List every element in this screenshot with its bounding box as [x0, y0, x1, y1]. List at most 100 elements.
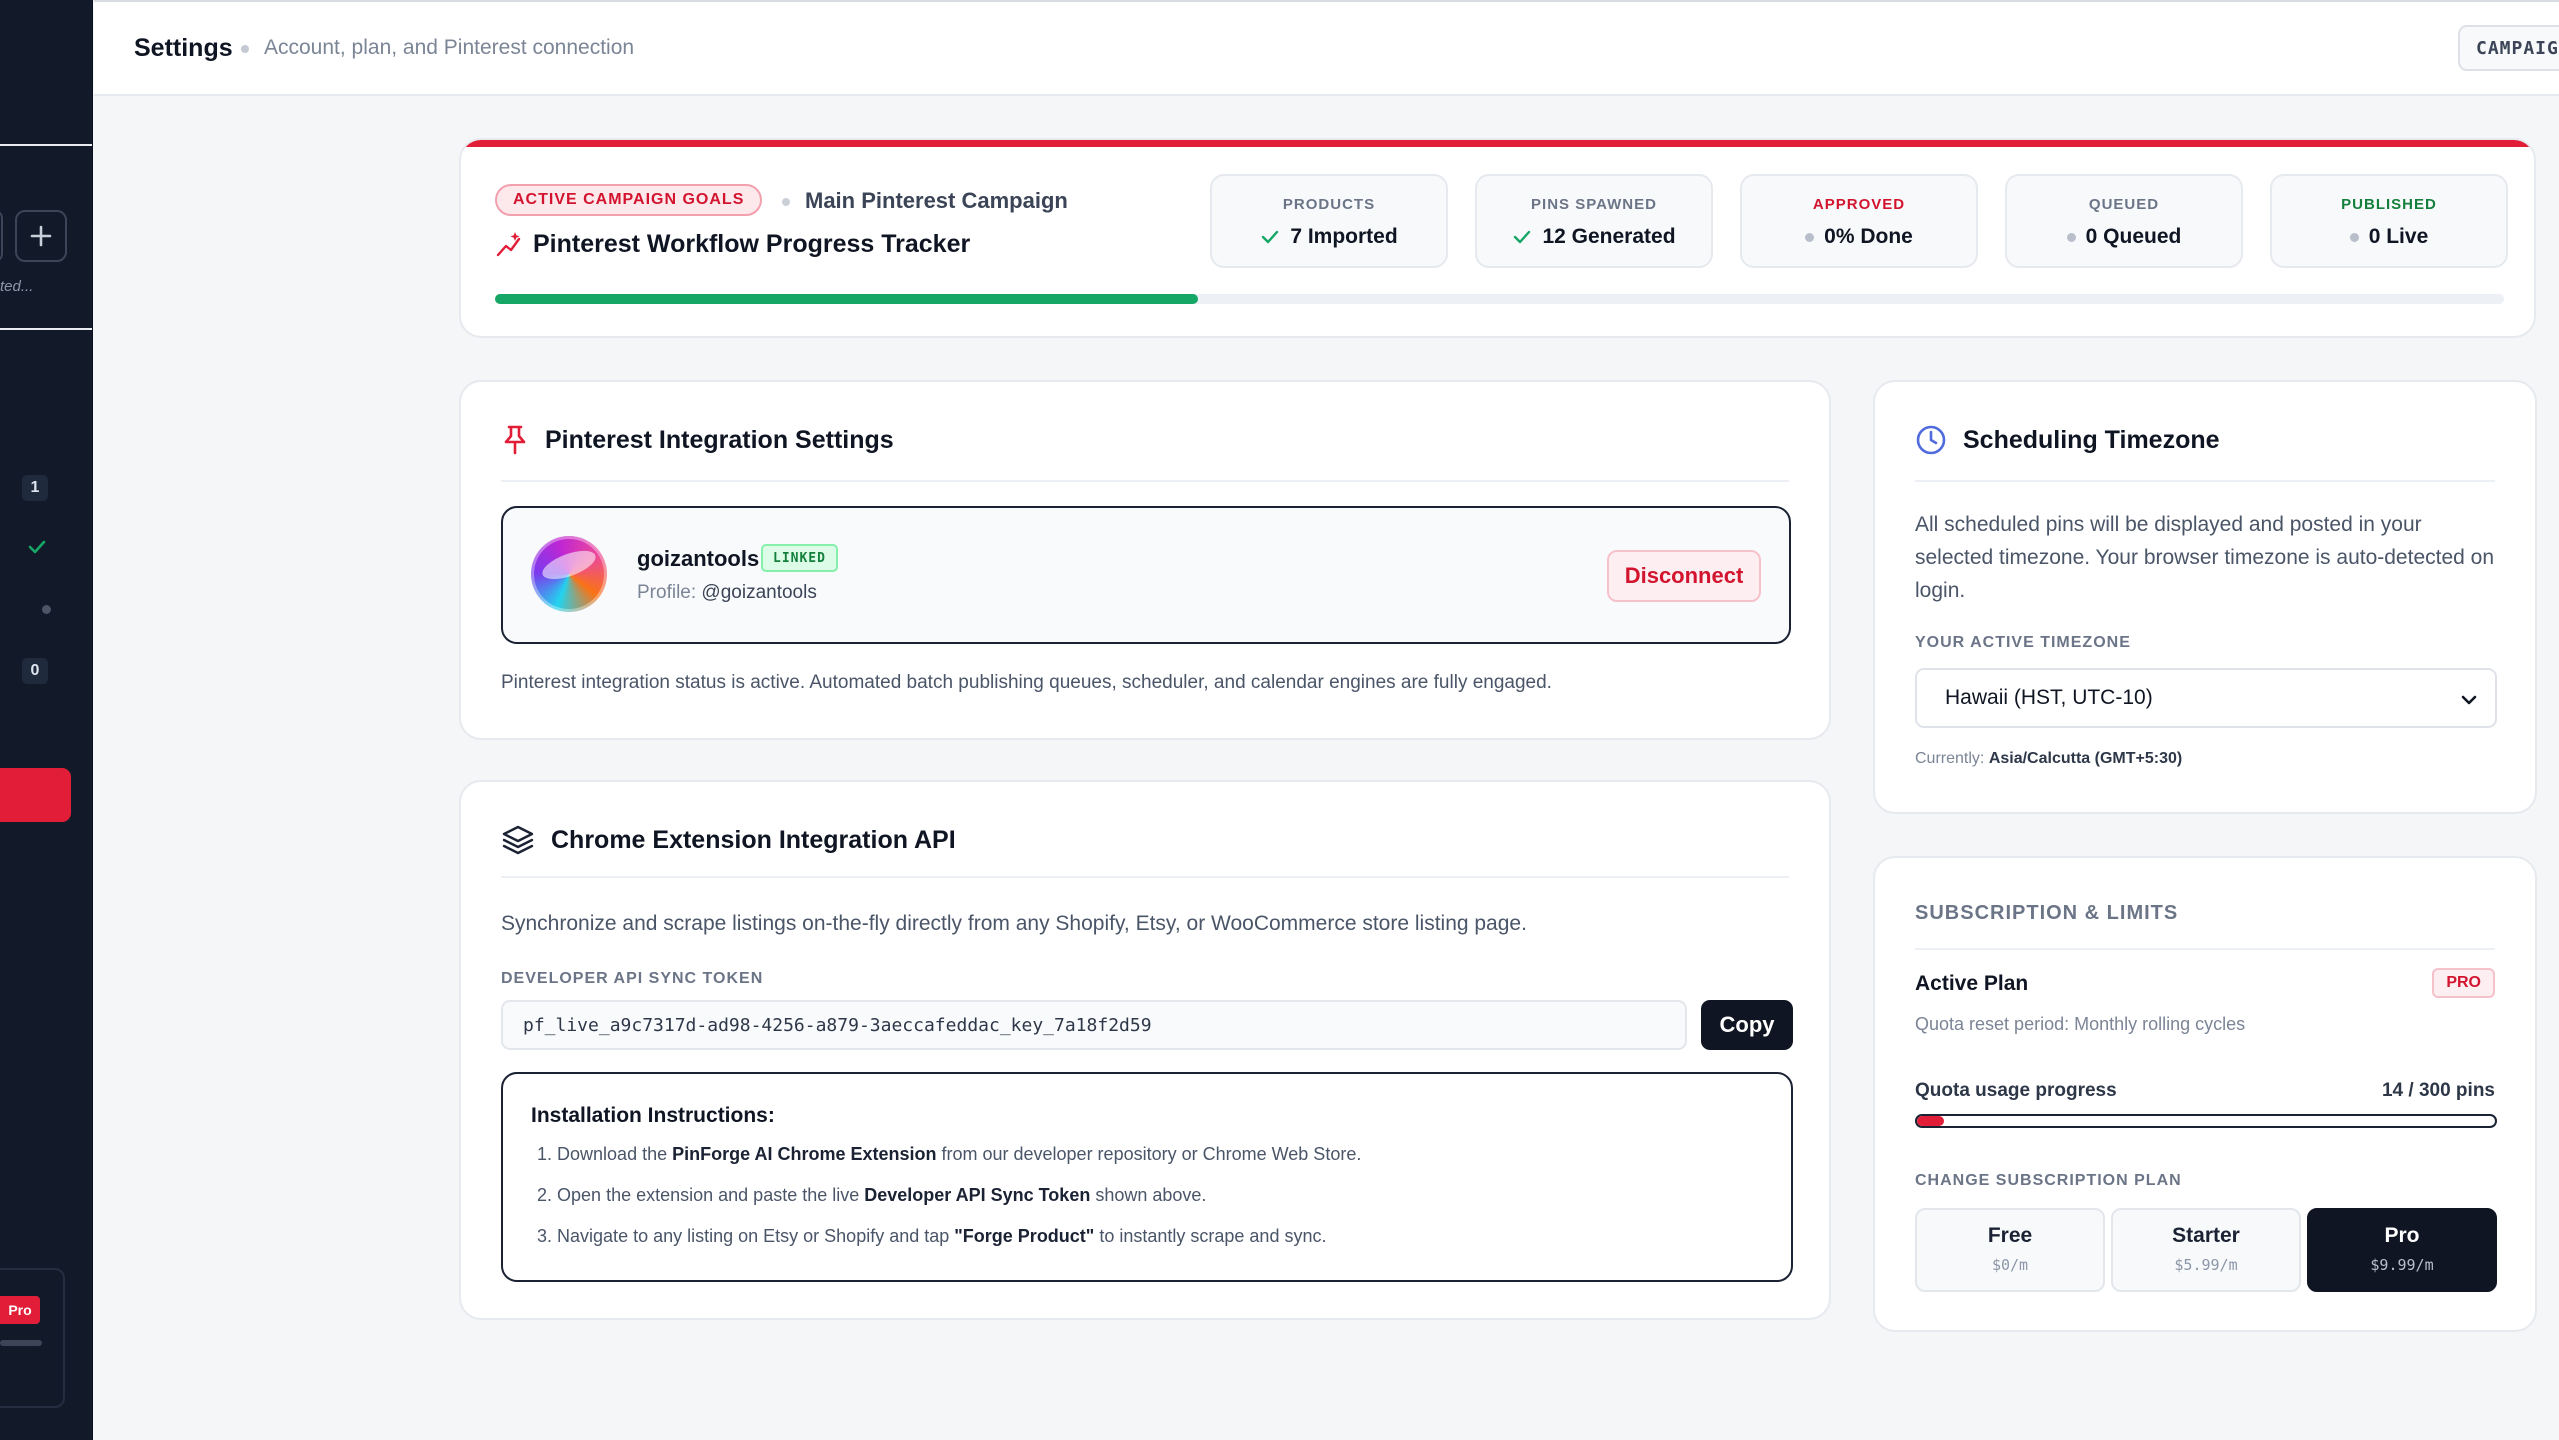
pin-icon: [504, 425, 526, 455]
sidebar-count-badge: 1: [22, 475, 48, 501]
integration-status-text: Pinterest integration status is active. …: [501, 672, 1552, 693]
stat-label: PRODUCTS: [1282, 196, 1376, 213]
card-title: Pinterest Integration Settings: [545, 425, 894, 454]
stat-value: 0% Done: [1824, 225, 1913, 248]
plan-badge: PRO: [2432, 968, 2495, 998]
sidebar-count-badge: 0: [22, 658, 48, 684]
instruction-step: 3. Navigate to any listing on Etsy or Sh…: [537, 1226, 1326, 1247]
stat-value-row: 0 Queued: [2007, 225, 2241, 249]
check-icon: [1262, 230, 1279, 244]
sidebar-active-item[interactable]: [0, 768, 71, 822]
card-header: Chrome Extension Integration API: [501, 824, 956, 856]
check-icon: [1514, 230, 1531, 244]
stat-label: QUEUED: [2088, 196, 2160, 213]
plan-option-name: Starter: [2172, 1224, 2240, 1247]
card-divider: [1915, 948, 2495, 950]
sidebar-divider: [0, 328, 92, 330]
step-number: 3.: [537, 1226, 553, 1246]
plan-option-free[interactable]: Free $0/m: [1915, 1208, 2105, 1292]
sidebar-truncated-text: ted...: [0, 278, 34, 295]
breadcrumb-separator: [241, 45, 249, 53]
layers-icon: [502, 825, 534, 855]
plan-option-price: $0/m: [1991, 1256, 2029, 1274]
plan-option-price: $5.99/m: [2174, 1256, 2238, 1274]
extension-description: Synchronize and scrape listings on-the-f…: [501, 912, 1527, 935]
step-text: Navigate to any listing on Etsy or Shopi…: [557, 1226, 955, 1246]
campaign-name: Main Pinterest Campaign: [805, 188, 1068, 213]
dot-icon: [42, 605, 51, 614]
instructions-title: Installation Instructions:: [531, 1104, 775, 1127]
sidebar: ted... 1 0 Pro: [0, 0, 93, 1440]
plan-option-price: $9.99/m: [2370, 1256, 2434, 1274]
stat-value: 0 Queued: [2085, 225, 2182, 248]
disconnect-button[interactable]: Disconnect: [1607, 550, 1761, 602]
timezone-selected-value: Hawaii (HST, UTC-10): [1945, 686, 2153, 709]
stat-value-row: 0 Live: [2272, 225, 2506, 249]
card-divider: [501, 480, 1789, 482]
chevron-down-icon: [2461, 695, 2477, 705]
timezone-select[interactable]: Hawaii (HST, UTC-10): [1915, 668, 2497, 728]
stat-value-row: 7 Imported: [1212, 225, 1446, 249]
badge-separator: [782, 198, 790, 206]
quota-reset-text: Quota reset period: Monthly rolling cycl…: [1915, 1014, 2246, 1034]
step-number: 2.: [537, 1185, 553, 1205]
card-title: Scheduling Timezone: [1963, 425, 2220, 454]
stat-value: 12 Generated: [1542, 225, 1676, 248]
stat-queued: QUEUED 0 Queued: [2005, 174, 2243, 268]
active-plan-label: Active Plan: [1915, 972, 2029, 995]
campaign-goals-badge: ACTIVE CAMPAIGN GOALS: [495, 184, 763, 216]
account-name: goizantools: [637, 546, 760, 571]
current-timezone-value: Asia/Calcutta (GMT+5:30): [1988, 750, 2183, 767]
avatar: [531, 536, 607, 612]
stat-label: PUBLISHED: [2341, 196, 2437, 213]
card-title: Chrome Extension Integration API: [551, 825, 956, 854]
step-emphasis: "Forge Product": [954, 1226, 1095, 1246]
pinterest-account-box: goizantools LINKED Profile: @goizantools…: [501, 506, 1791, 644]
pinterest-integration-card: Pinterest Integration Settings goizantoo…: [459, 380, 1831, 740]
copy-token-button[interactable]: Copy: [1701, 1000, 1793, 1050]
check-icon: [28, 540, 46, 554]
dot-icon: [2066, 232, 2076, 242]
api-token-field[interactable]: pf_live_a9c7317d-ad98-4256-a879-3aeccafe…: [501, 1000, 1687, 1050]
sidebar-divider: [0, 144, 92, 146]
instruction-step: 2. Open the extension and paste the live…: [537, 1185, 1206, 1206]
plan-option-starter[interactable]: Starter $5.99/m: [2111, 1208, 2301, 1292]
campaign-button[interactable]: CAMPAIGN: [2458, 25, 2559, 71]
step-emphasis: PinForge AI Chrome Extension: [672, 1144, 937, 1164]
step-text: from our developer repository or Chrome …: [936, 1144, 1362, 1164]
add-icon-button[interactable]: [15, 210, 67, 262]
step-text: Download the: [557, 1144, 673, 1164]
subscription-heading: SUBSCRIPTION & LIMITS: [1915, 902, 2179, 924]
change-plan-label: CHANGE SUBSCRIPTION PLAN: [1915, 1172, 2182, 1189]
current-timezone-label: Currently:: [1915, 750, 1985, 767]
plan-option-name: Free: [1987, 1224, 2033, 1247]
step-text: to instantly scrape and sync.: [1094, 1226, 1327, 1246]
plan-option-pro[interactable]: Pro $9.99/m: [2307, 1208, 2497, 1292]
stat-pins-spawned: PINS SPAWNED 12 Generated: [1475, 174, 1713, 268]
stat-approved: APPROVED 0% Done: [1740, 174, 1978, 268]
sidebar-collapsed-item[interactable]: [0, 210, 3, 262]
stat-value: 7 Imported: [1290, 225, 1398, 248]
card-divider: [501, 876, 1789, 878]
token-label: DEVELOPER API SYNC TOKEN: [501, 970, 764, 987]
step-number: 1.: [537, 1144, 553, 1164]
profile-line: Profile: @goizantools: [637, 582, 817, 604]
workflow-tracker-card: ACTIVE CAMPAIGN GOALS Main Pinterest Cam…: [459, 138, 2536, 338]
profile-label: Profile:: [637, 582, 697, 603]
stat-label: APPROVED: [1812, 196, 1906, 213]
quota-label: Quota usage progress: [1915, 1080, 2117, 1101]
header-top-border: [94, 0, 2559, 2]
tracker-accent-bar: [461, 140, 2534, 147]
quota-progress-fill: [1917, 1116, 1945, 1126]
tracker-title: Pinterest Workflow Progress Tracker: [533, 230, 971, 258]
stat-published: PUBLISHED 0 Live: [2270, 174, 2508, 268]
quota-value: 14 / 300 pins: [2381, 1080, 2495, 1101]
card-header: Scheduling Timezone: [1915, 424, 2220, 456]
timezone-label: YOUR ACTIVE TIMEZONE: [1915, 634, 2131, 651]
plus-icon: [30, 225, 52, 247]
plan-option-name: Pro: [2384, 1224, 2420, 1247]
sidebar-plan-box: [0, 1268, 65, 1408]
profile-handle: @goizantools: [701, 582, 817, 603]
scheduling-timezone-card: Scheduling Timezone All scheduled pins w…: [1873, 380, 2537, 814]
timezone-description: All scheduled pins will be displayed and…: [1915, 513, 2495, 602]
